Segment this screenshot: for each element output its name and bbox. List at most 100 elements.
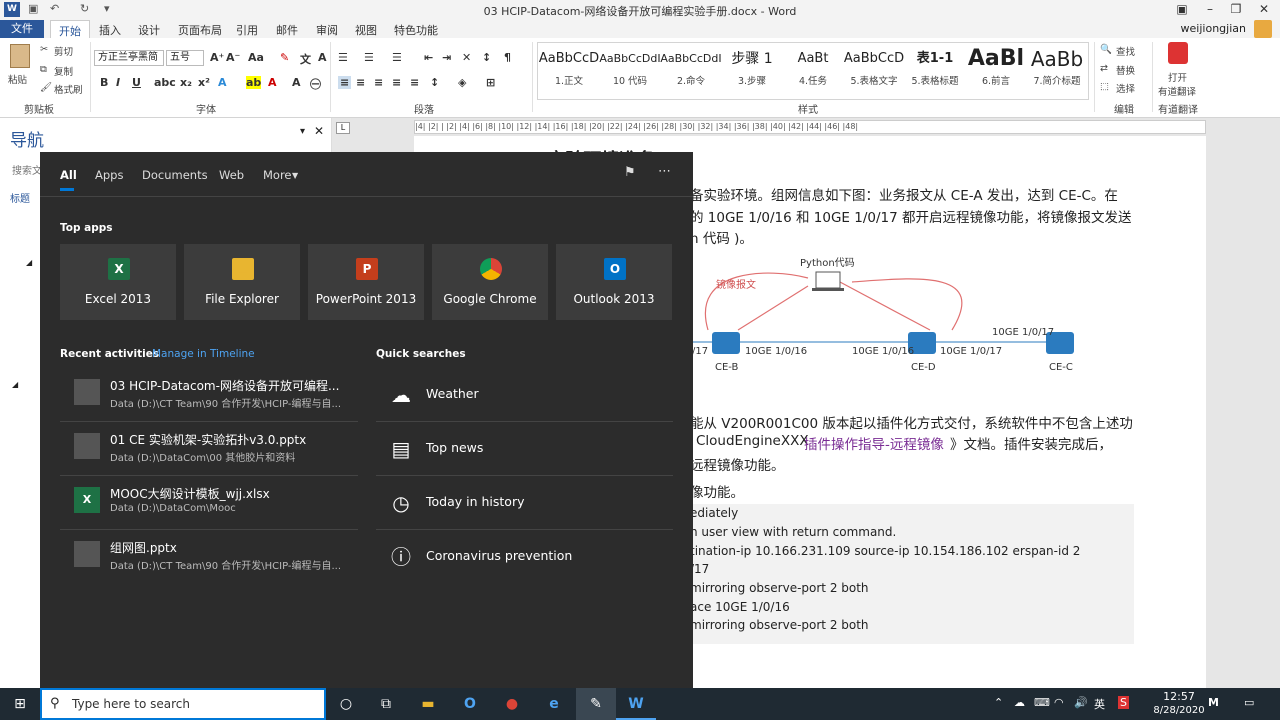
underline-icon[interactable]: U [132,76,141,89]
align-left-icon[interactable]: ≡ [338,76,352,89]
align-center-icon[interactable]: ≡ [356,76,365,89]
quick-search-today-in-history[interactable]: ◷ Today in history [376,476,673,530]
text-effect-icon[interactable]: A [218,76,227,89]
numbering-icon[interactable]: ☰ [364,51,374,64]
app-tile-outlook[interactable]: O Outlook 2013 [556,244,672,320]
file-explorer-taskbar-icon[interactable]: ▬ [408,688,448,720]
paste-button[interactable]: 粘贴 [8,72,27,86]
align-right-icon[interactable]: ≡ [374,76,383,89]
char-shading-icon[interactable]: A [292,76,301,89]
quick-search-coronavirus[interactable]: ⓘ Coronavirus prevention [376,530,673,584]
style-normal[interactable]: AaBbCcD 1.正文 [538,45,600,87]
doc-link[interactable]: 插件操作指导-远程镜像 [804,433,944,453]
cut-button[interactable]: 剪切 [54,44,73,58]
decrease-indent-icon[interactable]: ⇤ [424,51,433,64]
bold-icon[interactable]: B [100,76,108,89]
tab-layout[interactable]: 页面布局 [178,22,222,38]
minimize-button[interactable]: – [1200,2,1220,16]
recent-item[interactable]: 01 CE 实验机架-实验拓扑v3.0.pptx Data (D:)\DataC… [60,422,358,476]
cut-icon[interactable]: ✂ [40,44,48,55]
show-marks-icon[interactable]: ¶ [504,51,511,64]
replace-button[interactable]: 替换 [1116,63,1135,77]
nav-tab-headings[interactable]: 标题 [10,190,30,205]
shading-icon[interactable]: ◈ [458,76,466,89]
distribute-icon[interactable]: ≡ [410,76,419,89]
tab-stop-selector[interactable]: L [336,122,350,134]
manage-timeline-link[interactable]: Manage in Timeline [152,348,255,360]
font-color-icon[interactable]: A [268,76,277,89]
style-step[interactable]: 步骤 1 3.步骤 [721,45,783,87]
tab-insert[interactable]: 插入 [99,22,121,38]
search-input[interactable]: Type here to search [72,697,190,711]
format-painter-icon[interactable]: 🖌 [40,82,52,93]
increase-indent-icon[interactable]: ⇥ [442,51,451,64]
nav-close-icon[interactable]: ✕ [314,124,324,138]
replace-icon[interactable]: ⇄ [1100,63,1108,74]
word-taskbar-icon[interactable]: W [616,688,656,720]
char-border-icon[interactable]: A [318,51,327,64]
sort-icon[interactable]: ↕ [482,51,491,64]
search-tab-web[interactable]: Web [219,168,244,182]
shrink-font-icon[interactable]: A⁻ [226,51,240,64]
ie-taskbar-icon[interactable]: e [534,688,574,720]
select-button[interactable]: 选择 [1116,81,1135,95]
user-name[interactable]: weijiongjian [1181,22,1246,35]
avatar[interactable] [1254,20,1272,38]
feedback-icon[interactable]: ⚑ [624,165,636,180]
change-case-icon[interactable]: Aa [248,51,264,64]
close-button[interactable]: ✕ [1254,2,1274,16]
tab-file[interactable]: 文件 [0,20,44,38]
horizontal-ruler[interactable]: |4| |2| | |2| |4| |6| |8| |10| |12| |14|… [414,120,1206,134]
youdao-translate-icon[interactable] [1168,42,1188,64]
keyboard-icon[interactable]: ⌨ [1034,696,1050,709]
nav-options-icon[interactable]: ▾ [300,126,305,137]
phonetic-icon[interactable]: 文 [300,51,311,67]
tab-review[interactable]: 审阅 [316,22,338,38]
grow-font-icon[interactable]: A⁺ [210,51,224,64]
justify-icon[interactable]: ≡ [392,76,401,89]
chinese-layout-icon[interactable]: ✕ [462,51,471,64]
search-tab-more[interactable]: More [263,168,292,182]
find-icon[interactable]: 🔍 [1100,44,1112,55]
search-tab-all[interactable]: All [60,168,77,182]
taskbar-search-box[interactable]: ⚲ Type here to search [40,688,326,720]
expand-icon[interactable]: ◢ [26,258,32,267]
select-icon[interactable]: ⬚ [1100,81,1109,92]
style-preface[interactable]: AaBl 6.前言 [965,45,1027,87]
cortana-icon[interactable]: ○ [326,688,366,720]
more-options-icon[interactable]: ⋯ [658,164,671,179]
app-taskbar-icon[interactable]: ✎ [576,688,616,720]
style-code[interactable]: AaBbCcDdI 10 代码 [599,45,661,87]
recent-item[interactable]: 组网图.pptx Data (D:)\CT Team\90 合作开发\HCIP-… [60,530,358,584]
clock-time[interactable]: 12:57 [1155,690,1203,703]
nav-search-input[interactable]: 搜索文 [12,162,42,177]
clock-date[interactable]: 8/28/2020 [1147,705,1211,716]
clear-format-icon[interactable]: ✎ [280,51,289,64]
tab-mailings[interactable]: 邮件 [276,22,298,38]
tab-references[interactable]: 引用 [236,22,258,38]
strikethrough-icon[interactable]: abc [154,76,176,89]
expand-icon[interactable]: ◢ [12,380,18,389]
find-button[interactable]: 查找 [1116,44,1135,58]
format-painter-button[interactable]: 格式刷 [54,82,83,96]
recent-item[interactable]: X MOOC大纲设计模板_wjj.xlsx Data (D:)\DataCom\… [60,476,358,530]
copy-button[interactable]: 复制 [54,64,73,78]
quick-search-top-news[interactable]: ▤ Top news [376,422,673,476]
style-intro-title[interactable]: AaBb 7.简介标题 [1026,45,1088,87]
font-name-select[interactable]: 方正兰亭黑简 [94,50,164,66]
windows-start-icon[interactable]: ⊞ [0,688,40,720]
task-view-icon[interactable]: ⧉ [366,688,406,720]
borders-icon[interactable]: ⊞ [486,76,495,89]
maximize-button[interactable]: ❐ [1226,2,1246,16]
highlight-icon[interactable]: ab [246,76,262,89]
sogou-icon[interactable]: S [1118,696,1129,709]
quick-search-weather[interactable]: ☁ Weather [376,368,673,422]
search-tab-documents[interactable]: Documents [142,168,208,182]
copy-icon[interactable]: ⧉ [40,64,47,75]
ribbon-display-icon[interactable]: ▣ [1172,2,1192,16]
tab-special[interactable]: 特色功能 [394,22,438,38]
tray-app-icon[interactable]: M [1208,696,1219,709]
recent-item[interactable]: 03 HCIP-Datacom-网络设备开放可编程... Data (D:)\C… [60,368,358,422]
tab-home[interactable]: 开始 [50,20,90,38]
app-tile-powerpoint[interactable]: P PowerPoint 2013 [308,244,424,320]
